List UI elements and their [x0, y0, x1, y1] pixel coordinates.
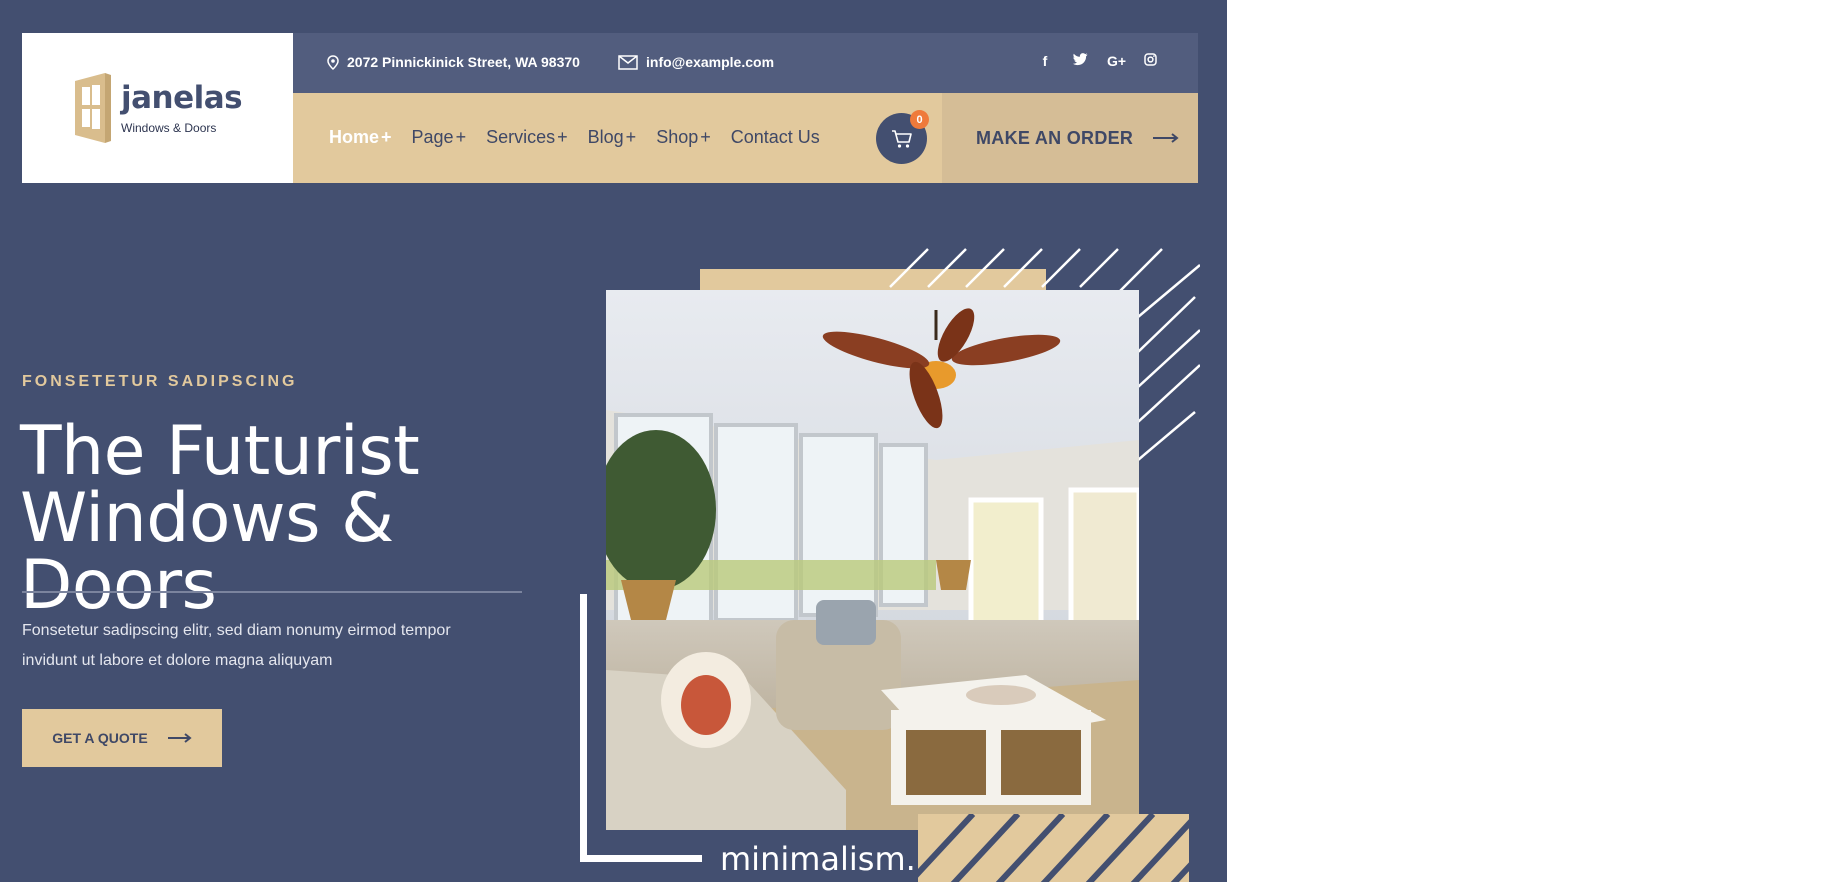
nav-item-page[interactable]: Page + — [412, 127, 467, 148]
brand-tagline: Windows & Doors — [121, 121, 217, 135]
arrow-right-icon — [1153, 133, 1179, 143]
hero-title-line-1: The Futurist — [20, 412, 420, 491]
living-room-photo — [606, 290, 1139, 830]
decorative-beige-stripes — [918, 814, 1189, 882]
address-text: 2072 Pinnickinick Street, WA 98370 — [347, 54, 580, 70]
hero-eyebrow: FONSETETUR SADIPSCING — [22, 373, 298, 390]
arrow-right-icon — [167, 733, 192, 743]
hero-title: The Futurist Windows & Doors — [20, 412, 540, 625]
hero-description: Fonsetetur sadipscing elitr, sed diam no… — [22, 622, 451, 669]
shopping-cart-icon — [891, 129, 912, 148]
twitter-icon[interactable] — [1072, 53, 1088, 69]
make-order-label: MAKE AN ORDER — [976, 127, 1134, 148]
facebook-icon[interactable]: f — [1037, 53, 1053, 69]
top-info-bar: 2072 Pinnickinick Street, WA 98370 info@… — [293, 33, 1198, 93]
email-text: info@example.com — [646, 54, 775, 70]
instagram-icon[interactable] — [1142, 53, 1158, 69]
brand-name: janelas — [121, 80, 243, 116]
social-links: f G+ — [1037, 53, 1158, 69]
photo-caption: minimalism. — [720, 840, 916, 878]
decorative-bracket-vertical — [580, 594, 587, 862]
email-info[interactable]: info@example.com — [618, 54, 774, 70]
map-pin-icon — [327, 54, 339, 70]
address-info: 2072 Pinnickinick Street, WA 98370 — [327, 54, 580, 70]
hero-section: janelas Windows & Doors 2072 Pinnickinic… — [0, 0, 1227, 882]
nav-item-services[interactable]: Services + — [486, 127, 568, 148]
google-plus-icon[interactable]: G+ — [1107, 53, 1126, 69]
get-a-quote-label: GET A QUOTE — [52, 730, 148, 746]
decorative-bracket-horizontal — [580, 855, 702, 862]
make-order-button[interactable]: MAKE AN ORDER — [942, 93, 1198, 183]
get-a-quote-button[interactable]: GET A QUOTE — [22, 709, 222, 767]
nav-item-blog[interactable]: Blog + — [588, 127, 637, 148]
nav-item-contact[interactable]: Contact Us — [731, 127, 820, 148]
logo[interactable]: janelas Windows & Doors — [22, 33, 293, 183]
nav-item-shop[interactable]: Shop + — [656, 127, 711, 148]
main-nav-bar: Home + Page + Services + Blog + Shop + Contac… — [293, 93, 942, 183]
hero-title-line-2: Windows & Doors — [20, 479, 394, 625]
window-logo-icon — [75, 73, 111, 143]
nav-item-home[interactable]: Home + — [329, 127, 392, 148]
cart-count-badge: 0 — [910, 110, 929, 129]
main-nav: Home + Page + Services + Blog + Shop + Contac… — [329, 127, 820, 148]
envelope-icon — [618, 54, 638, 70]
cart-button[interactable]: 0 — [876, 110, 929, 164]
hero-divider — [22, 591, 522, 593]
